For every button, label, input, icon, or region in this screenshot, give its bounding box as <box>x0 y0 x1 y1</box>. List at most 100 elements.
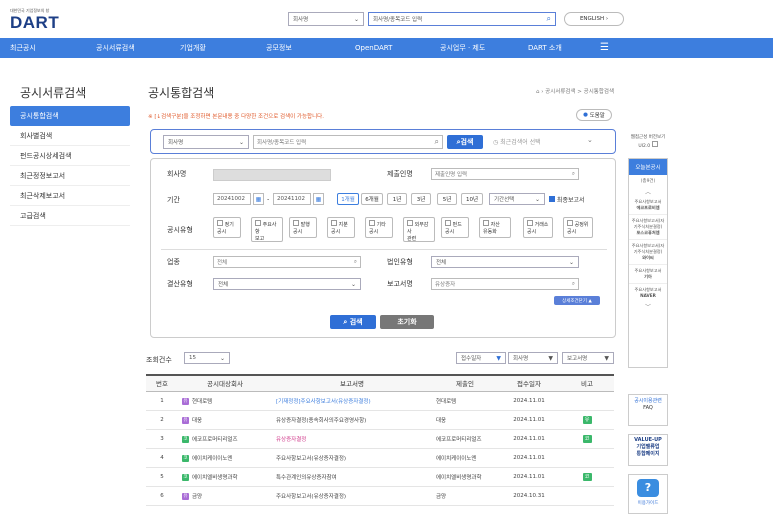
period-3y-button[interactable]: 3년 <box>411 193 431 205</box>
nav-about[interactable]: DART 소개 <box>528 38 562 58</box>
nav-doc-search[interactable]: 공시서류검색 <box>96 38 135 58</box>
top-search-type-select[interactable]: 회사명 ⌄ <box>288 12 364 26</box>
col-submitter[interactable]: 제출인 <box>432 375 498 392</box>
today-item[interactable]: 주요사항보고서 에코프로비엠 <box>629 196 667 215</box>
checkbox[interactable] <box>255 220 261 226</box>
today-item[interactable]: 주요사항보고서 NAVER <box>629 284 667 302</box>
row-company[interactable]: 유 대웅 <box>178 410 272 430</box>
checkbox[interactable] <box>331 220 337 226</box>
period-5y-button[interactable]: 5년 <box>437 193 457 205</box>
menu-icon[interactable]: ☰ <box>600 38 609 58</box>
row-company[interactable]: 코 에코프로머티리얼즈 <box>178 429 272 449</box>
sort-report-select[interactable]: 보고서명 ▼ <box>562 352 614 364</box>
sort-date-select[interactable]: 접수일자 ▼ <box>456 352 506 364</box>
sidebar-item-recent-deleted[interactable]: 최근삭제보고서 <box>10 186 130 206</box>
detail-search-button[interactable]: ⌕ 검색 <box>330 315 376 329</box>
today-item[interactable]: 주요사항보고서(자기주식처분결정) 와이씨 <box>629 240 667 265</box>
final-report-checkbox[interactable]: 최종보고서 <box>549 195 585 204</box>
period-1y-button[interactable]: 1년 <box>387 193 407 205</box>
nav-disclosure[interactable]: 공시업무 · 제도 <box>440 38 485 58</box>
count-select[interactable]: 15 ⌄ <box>184 352 230 364</box>
sidebar-item-fund[interactable]: 펀드공시상세검색 <box>10 146 130 166</box>
checkbox[interactable] <box>407 220 413 226</box>
today-item[interactable]: 주요사항보고서(자기주식처분결정) 포스코퓨처엠 <box>629 215 667 240</box>
sidebar-item-integrated[interactable]: 공시통합검색 <box>10 106 130 126</box>
calendar-icon[interactable]: ▦ <box>313 193 324 205</box>
recent-search-select[interactable]: ◷ 최근검색어 선택 <box>493 137 541 146</box>
type-exchange[interactable]: 거래소 공시 <box>523 217 553 238</box>
industry-input[interactable]: 전체 ⌕ <box>213 256 361 268</box>
period-6m-button[interactable]: 6개월 <box>361 193 383 205</box>
faq-button[interactable]: 공시이용관련 FAQ <box>628 394 668 426</box>
row-report[interactable]: 특수관계인의유상증자참여 <box>272 467 432 487</box>
company-input[interactable] <box>213 169 331 181</box>
search-icon[interactable]: ⌕ <box>547 14 551 24</box>
chevron-down-icon[interactable]: ⌄ <box>587 136 593 144</box>
period-10y-button[interactable]: 10년 <box>461 193 483 205</box>
sort-company-select[interactable]: 회사명 ▼ <box>508 352 558 364</box>
col-no[interactable]: 번호 <box>146 375 178 392</box>
chevron-down-icon[interactable]: ﹀ <box>629 302 667 311</box>
checkbox[interactable] <box>217 220 223 226</box>
row-report[interactable]: 주요사항보고서(유상증자결정) <box>272 486 432 506</box>
search-type-select[interactable]: 회사명 ⌄ <box>163 135 249 149</box>
row-report[interactable]: 유상증자결정(종속회사의주요경영사항) <box>272 410 432 430</box>
valueup-button[interactable]: VALUE-UP 기업밸류업 통합페이지 <box>628 434 668 466</box>
nav-opendart[interactable]: OpenDART <box>355 38 392 58</box>
company-name[interactable]: 에코프로머티리얼즈 <box>192 437 238 443</box>
row-report[interactable]: 주요사항보고서(유상증자결정) <box>272 448 432 468</box>
nav-company[interactable]: 기업개황 <box>180 38 206 58</box>
company-name[interactable]: 에이치엘비생명과학 <box>192 475 238 481</box>
checkbox[interactable] <box>293 220 299 226</box>
checkbox[interactable] <box>483 220 489 226</box>
row-company[interactable]: 코 에이치엘비생명과학 <box>178 467 272 487</box>
sidebar-item-advanced[interactable]: 고급검색 <box>10 206 130 226</box>
checkbox-checked[interactable] <box>549 196 555 202</box>
corp-type-select[interactable]: 전체 ⌄ <box>431 256 579 268</box>
nav-offering[interactable]: 공모정보 <box>266 38 292 58</box>
top-search-input[interactable]: 회사명/종목코드 입력 ⌕ <box>368 12 556 26</box>
accessibility-toggle[interactable]: 웹접근성 버전보기 UI2.0 <box>626 135 670 150</box>
type-fund[interactable]: 펀드 공시 <box>441 217 469 238</box>
help-button[interactable]: ● 도움말 <box>576 109 612 121</box>
period-select[interactable]: 기간선택 ⌄ <box>489 193 545 205</box>
date-from-input[interactable]: 20241002 <box>213 193 251 205</box>
checkbox[interactable] <box>651 141 658 147</box>
col-report[interactable]: 보고서명 <box>272 375 432 392</box>
sidebar-item-company[interactable]: 회사별검색 <box>10 126 130 146</box>
type-issue[interactable]: 발행 공시 <box>289 217 317 238</box>
company-name[interactable]: 대웅 <box>192 418 202 424</box>
type-ftc[interactable]: 공정위 공시 <box>563 217 593 238</box>
period-1m-button[interactable]: 1개월 <box>337 193 359 205</box>
calendar-icon[interactable]: ▦ <box>253 193 264 205</box>
home-icon[interactable]: ⌂ <box>536 89 540 95</box>
today-item[interactable]: 주요사항보고서 기아 <box>629 265 667 284</box>
detail-toggle-button[interactable]: 상세조건닫기 ▲ <box>554 296 600 305</box>
checkbox[interactable] <box>527 220 533 226</box>
guide-button[interactable]: ? 이용가이드 <box>628 474 668 514</box>
col-date[interactable]: 접수일자 <box>498 375 560 392</box>
type-other[interactable]: 기타 공시 <box>365 217 393 238</box>
type-abs[interactable]: 자산 유동화 <box>479 217 511 238</box>
nav-recent[interactable]: 최근공시 <box>10 38 36 58</box>
chevron-up-icon[interactable]: ︿ <box>629 187 667 196</box>
report-name-input[interactable]: 유상증자 ⌕ <box>431 278 579 290</box>
type-audit[interactable]: 외부감사 관련 <box>403 217 435 242</box>
row-report[interactable]: [기재정정]주요사항보고서(유상증자결정) <box>272 391 432 411</box>
company-name[interactable]: 현대로템 <box>192 399 212 405</box>
main-search-button[interactable]: ⌕ 검색 <box>447 135 483 149</box>
dart-logo[interactable]: 대한민국 기업정보의 창 DART <box>10 8 100 32</box>
settle-select[interactable]: 전체 ⌄ <box>213 278 361 290</box>
type-equity[interactable]: 지분 공시 <box>327 217 355 238</box>
company-name[interactable]: 금양 <box>192 494 202 500</box>
row-company[interactable]: 유 현대로템 <box>178 391 272 411</box>
english-button[interactable]: ENGLISH › <box>564 12 624 26</box>
type-periodic[interactable]: 정기 공시 <box>213 217 241 238</box>
col-company[interactable]: 공시대상회사 <box>178 375 272 392</box>
submitter-input[interactable]: 제출인명 입력 ⌕ <box>431 168 579 180</box>
row-report[interactable]: 유상증자결정 <box>272 429 432 449</box>
type-major[interactable]: 주요사항 보고 <box>251 217 283 242</box>
sidebar-item-recent-correction[interactable]: 최근정정보고서 <box>10 166 130 186</box>
checkbox[interactable] <box>369 220 375 226</box>
reset-button[interactable]: 초기화 <box>380 315 434 329</box>
